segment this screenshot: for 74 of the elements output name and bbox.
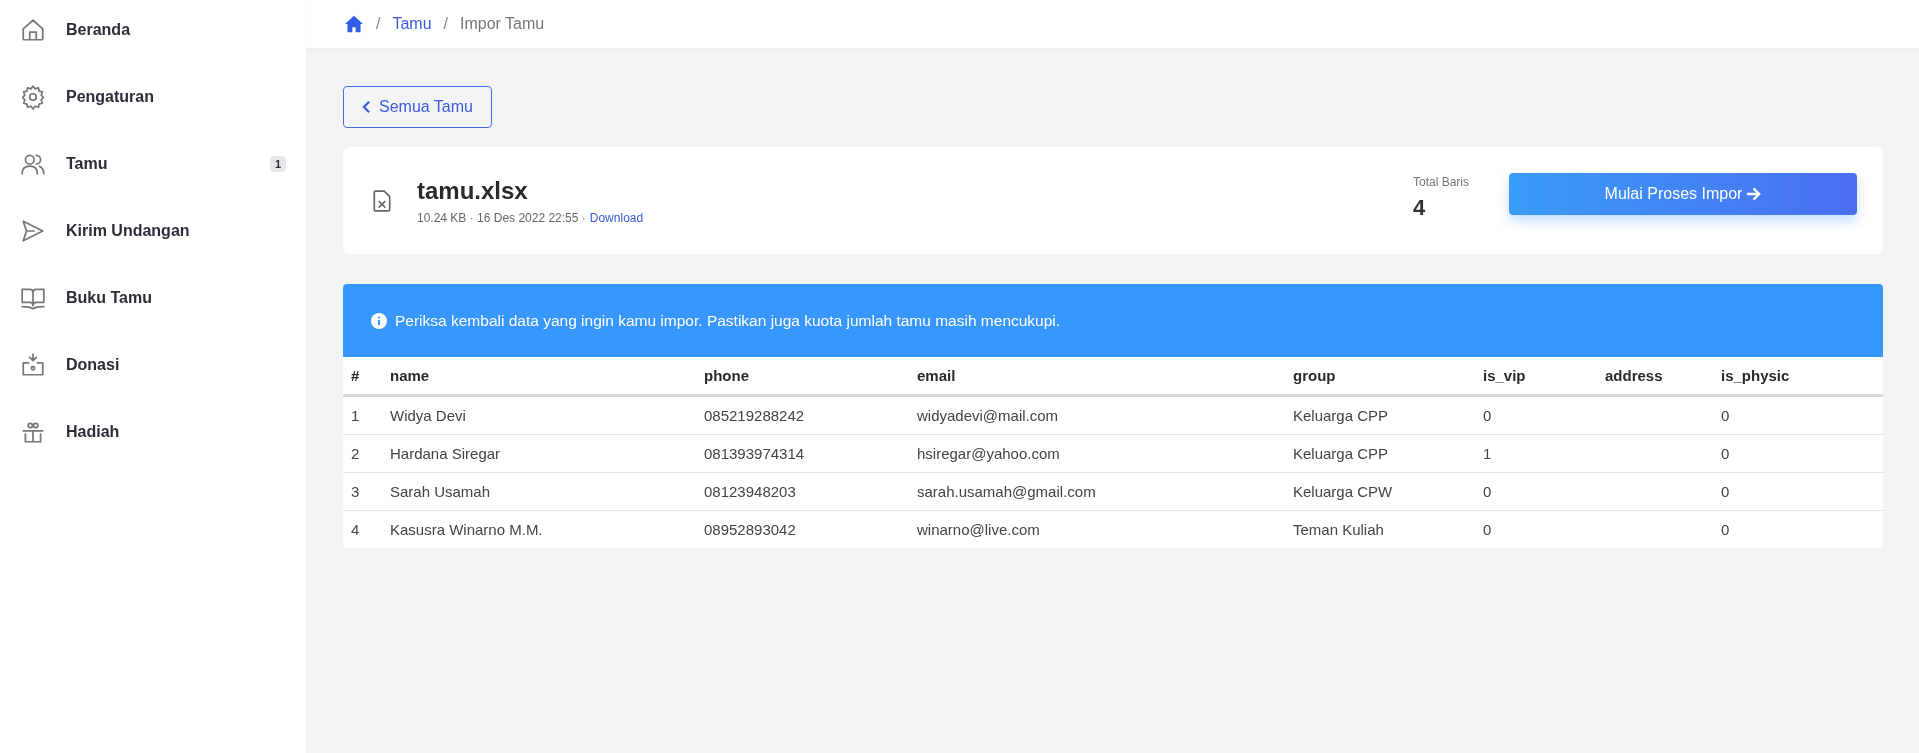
table-cell: sarah.usamah@gmail.com: [917, 483, 1096, 500]
total-label: Total Baris: [1413, 174, 1471, 189]
box-icon: [20, 352, 46, 378]
column-header: address: [1597, 357, 1713, 396]
chevron-left-icon: [362, 100, 371, 114]
alert-text: Periksa kembali data yang ingin kamu impor. Pastikan juga kuota jumlah tamu masih mencukupi.: [395, 311, 1061, 330]
table-cell: 0: [1721, 483, 1730, 500]
breadcrumb-separator: /: [443, 15, 449, 33]
book-icon: [20, 285, 46, 311]
table-cell: 1: [351, 407, 360, 424]
table-cell: 2: [351, 445, 360, 462]
breadcrumb-separator: /: [376, 15, 381, 33]
total-value: 4: [1413, 194, 1427, 221]
nav-label: Kirim Undangan: [66, 222, 191, 240]
sidebar-item[interactable]: Buku Tamu: [0, 274, 306, 322]
download-link[interactable]: Download: [589, 210, 644, 225]
table-cell: 4: [351, 521, 360, 538]
table-cell: Sarah Usamah: [390, 483, 491, 500]
column-header: is_physic: [1713, 357, 1883, 396]
nav-label: Hadiah: [66, 423, 121, 441]
table-cell: widyadevi@mail.com: [917, 407, 1059, 424]
table-cell: 3: [351, 483, 360, 500]
arrow-right-icon: [1746, 186, 1762, 201]
home-icon: [20, 17, 46, 43]
table-cell: 085219288242: [704, 407, 805, 424]
table-cell: Keluarga CPW: [1293, 483, 1393, 500]
column-header: email: [909, 357, 1285, 396]
breadcrumb-current: Impor Tamu: [460, 15, 545, 33]
table-cell: 0: [1483, 521, 1492, 538]
column-header: group: [1285, 357, 1475, 396]
column-header: name: [382, 357, 696, 396]
paper-plane-icon: [20, 218, 46, 244]
back-button[interactable]: Semua Tamu: [343, 86, 492, 128]
table-cell: hsiregar@yahoo.com: [917, 445, 1060, 462]
table-cell: 0: [1721, 407, 1730, 424]
gift-icon: [20, 419, 46, 445]
info-icon: [371, 312, 387, 329]
table-cell: Hardana Siregar: [390, 445, 501, 462]
file-meta: 10.24 KB · 16 Des 2022 22:55 ·: [417, 210, 586, 225]
table-cell: Widya Devi: [390, 407, 466, 424]
table-cell: 0: [1721, 521, 1730, 538]
table-cell: 1: [1483, 445, 1492, 462]
breadcrumb-link[interactable]: Tamu: [392, 15, 432, 33]
table-cell: 08123948203: [704, 483, 796, 500]
column-header: is_vip: [1475, 357, 1597, 396]
nav-label: Tamu: [66, 155, 109, 173]
count-badge: 1: [269, 156, 286, 172]
table-cell: 0: [1721, 445, 1730, 462]
nav-label: Pengaturan: [66, 88, 155, 106]
sidebar-item[interactable]: Donasi: [0, 341, 306, 389]
nav-label: Donasi: [66, 356, 121, 374]
table-cell: Keluarga CPP: [1293, 445, 1389, 462]
table-cell: 081393974314: [704, 445, 805, 462]
column-header: #: [343, 357, 382, 396]
table-cell: 08952893042: [704, 521, 796, 538]
sidebar-item[interactable]: Kirim Undangan: [0, 207, 306, 255]
spreadsheet-file-icon: [373, 189, 391, 212]
table-cell: Keluarga CPP: [1293, 407, 1389, 424]
table-cell: Kasusra Winarno M.M.: [390, 521, 543, 538]
gear-icon: [20, 84, 46, 110]
nav-label: Beranda: [66, 21, 132, 39]
sidebar-item[interactable]: Tamu 1: [0, 140, 306, 188]
nav-label: Buku Tamu: [66, 289, 153, 307]
sidebar-item[interactable]: Pengaturan: [0, 73, 306, 121]
file-name: tamu.xlsx: [417, 176, 529, 205]
table-cell: Teman Kuliah: [1293, 521, 1384, 538]
home-icon[interactable]: [344, 15, 364, 33]
column-header: phone: [696, 357, 909, 396]
sidebar-item[interactable]: Beranda: [0, 6, 306, 54]
table-cell: winarno@live.com: [917, 521, 1040, 538]
table-cell: 0: [1483, 483, 1492, 500]
table-cell: 0: [1483, 407, 1492, 424]
start-import-button[interactable]: Mulai Proses Impor: [1509, 172, 1857, 215]
sidebar-item[interactable]: Hadiah: [0, 408, 306, 456]
